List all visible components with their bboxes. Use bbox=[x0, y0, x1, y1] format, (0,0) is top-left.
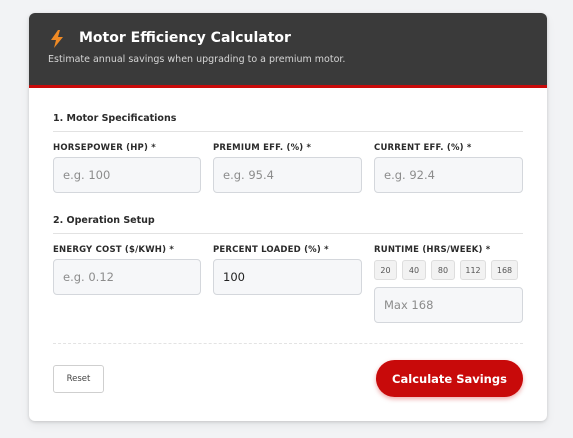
reset-button[interactable]: Reset bbox=[53, 365, 104, 393]
runtime-label: RUNTIME (HRS/WEEK) * bbox=[374, 245, 491, 255]
runtime-preset-168[interactable]: 168 bbox=[491, 260, 518, 280]
energy-cost-label: ENERGY COST ($/KWH) * bbox=[53, 245, 174, 255]
runtime-preset-112[interactable]: 112 bbox=[460, 260, 486, 280]
percent-loaded-label: PERCENT LOADED (%) * bbox=[213, 245, 329, 255]
section-divider bbox=[53, 131, 523, 132]
current-eff-input[interactable] bbox=[374, 157, 523, 193]
page-title: Motor Efficiency Calculator bbox=[79, 30, 291, 46]
runtime-preset-20[interactable]: 20 bbox=[374, 260, 397, 280]
section-divider bbox=[53, 233, 523, 234]
horsepower-label: HORSEPOWER (HP) * bbox=[53, 143, 156, 153]
premium-eff-label: PREMIUM EFF. (%) * bbox=[213, 143, 312, 153]
calculate-savings-button[interactable]: Calculate Savings bbox=[376, 360, 523, 397]
lightning-bolt-icon bbox=[51, 30, 63, 48]
runtime-preset-80[interactable]: 80 bbox=[431, 260, 455, 280]
current-eff-label: CURRENT EFF. (%) * bbox=[374, 143, 472, 153]
runtime-input[interactable] bbox=[374, 287, 523, 323]
premium-eff-input[interactable] bbox=[213, 157, 362, 193]
horsepower-input[interactable] bbox=[53, 157, 201, 193]
energy-cost-input[interactable] bbox=[53, 259, 201, 295]
calculator-header: Motor Efficiency Calculator Estimate ann… bbox=[29, 13, 547, 88]
percent-loaded-input[interactable] bbox=[213, 259, 362, 295]
calculator-card: Motor Efficiency Calculator Estimate ann… bbox=[29, 13, 547, 421]
actions-divider bbox=[53, 343, 523, 344]
section-title-operation-setup: 2. Operation Setup bbox=[53, 215, 155, 226]
section-title-motor-specs: 1. Motor Specifications bbox=[53, 113, 177, 124]
page-subtitle: Estimate annual savings when upgrading t… bbox=[48, 54, 346, 65]
runtime-preset-40[interactable]: 40 bbox=[402, 260, 426, 280]
